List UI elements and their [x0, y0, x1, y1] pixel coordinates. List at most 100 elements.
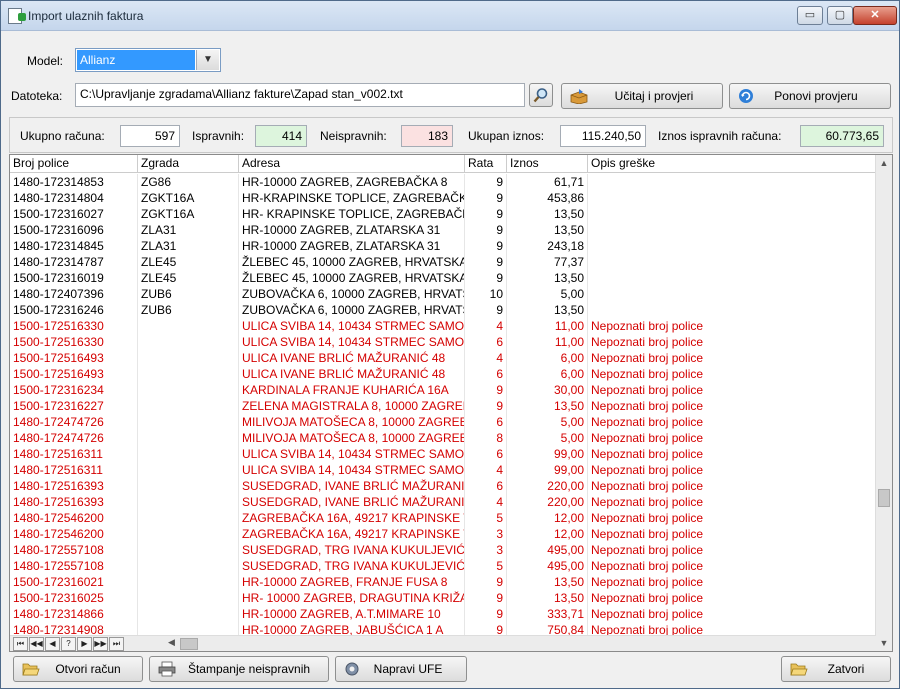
- table-row[interactable]: 1500-172516493 ULICA IVANE BRLIĆ MAŽURANI…: [10, 366, 876, 382]
- table-row[interactable]: 1500-172516330 ULICA SVIBA 14, 10434 STRM…: [10, 318, 876, 334]
- cell-building: [138, 574, 239, 590]
- print-invalid-button[interactable]: Štampanje neispravnih: [149, 656, 329, 682]
- recheck-button[interactable]: Ponovi provjeru: [729, 83, 891, 109]
- nav-next-button[interactable]: ▶: [77, 637, 92, 651]
- minimize-button[interactable]: ▭: [797, 6, 823, 25]
- cell-error: Nepoznati broj police: [588, 478, 876, 494]
- table-row[interactable]: 1500-172316019 ZLE45 ŽLEBEC 45, 10000 ZAGR…: [10, 270, 876, 286]
- table-row[interactable]: 1480-172474726 MILIVOJA MATOŠECA 8, 10000…: [10, 414, 876, 430]
- table-row[interactable]: 1480-172314787 ZLE45 ŽLEBEC 45, 10000 ZAGR…: [10, 254, 876, 270]
- cell-installment: 5: [465, 510, 507, 526]
- table-row[interactable]: 1480-172314908 HR-10000 ZAGREB, JABUŠĆICA…: [10, 622, 876, 636]
- cell-address: ULICA SVIBA 14, 10434 STRMEC SAMOBORSKI: [239, 462, 465, 478]
- cell-error: [588, 222, 876, 238]
- table-row[interactable]: 1480-172516311 ULICA SVIBA 14, 10434 STRM…: [10, 462, 876, 478]
- cell-amount: 13,50: [507, 590, 588, 606]
- cell-amount: 6,00: [507, 350, 588, 366]
- cell-installment: 4: [465, 462, 507, 478]
- nav-last-button[interactable]: ⏭: [109, 637, 124, 651]
- scroll-down-icon[interactable]: ▼: [876, 635, 892, 651]
- nav-prev-page-button[interactable]: ◀◀: [29, 637, 44, 651]
- cell-building: ZLA31: [138, 222, 239, 238]
- cell-installment: 9: [465, 270, 507, 286]
- cell-address: HR-10000 ZAGREB, FRANJE FUSA 8: [239, 574, 465, 590]
- folder-icon: [790, 663, 808, 676]
- column-header-address[interactable]: Adresa: [239, 155, 465, 172]
- cell-installment: 9: [465, 606, 507, 622]
- nav-search-button[interactable]: ?: [61, 637, 76, 651]
- cell-address: MILIVOJA MATOŠECA 8, 10000 ZAGREB: [239, 414, 465, 430]
- cell-amount: 6,00: [507, 366, 588, 382]
- table-row[interactable]: 1500-172316227 ZELENA MAGISTRALA 8, 10000…: [10, 398, 876, 414]
- create-ufe-button[interactable]: Napravi UFE: [335, 656, 467, 682]
- cell-policy: 1480-172546200: [10, 510, 138, 526]
- model-select[interactable]: Allianz ▼: [75, 48, 221, 72]
- table-row[interactable]: 1480-172546200 ZAGREBAČKA 16A, 49217 KRAP…: [10, 526, 876, 542]
- scroll-left-icon[interactable]: ◀: [168, 637, 175, 648]
- maximize-button[interactable]: ▢: [827, 6, 853, 25]
- cell-installment: 9: [465, 206, 507, 222]
- cell-error: Nepoznati broj police: [588, 590, 876, 606]
- table-row[interactable]: 1480-172314866 HR-10000 ZAGREB, A.T.MIMAR…: [10, 606, 876, 622]
- table-row[interactable]: 1480-172546200 ZAGREBAČKA 16A, 49217 KRAP…: [10, 510, 876, 526]
- table-row[interactable]: 1500-172516330 ULICA SVIBA 14, 10434 STRM…: [10, 334, 876, 350]
- table-row[interactable]: 1500-172316025 HR- 10000 ZAGREB, DRAGUTIN…: [10, 590, 876, 606]
- table-row[interactable]: 1480-172516393 SUSEDGRAD, IVANE BRLIĆ MAŽ…: [10, 478, 876, 494]
- column-header-policy[interactable]: Broj police: [10, 155, 138, 172]
- load-and-check-button[interactable]: Učitaj i provjeri: [561, 83, 723, 109]
- table-row[interactable]: 1480-172407396 ZUB6 ZUBOVAČKA 6, 10000 ZAG…: [10, 286, 876, 302]
- cell-amount: 11,00: [507, 318, 588, 334]
- grid-header: Broj police Zgrada Adresa Rata Iznos Opi…: [10, 155, 876, 173]
- cell-address: ULICA SVIBA 14, 10434 STRMEC SAMOBORSKI: [239, 446, 465, 462]
- table-row[interactable]: 1480-172474726 MILIVOJA MATOŠECA 8, 10000…: [10, 430, 876, 446]
- file-path-input[interactable]: C:\Upravljanje zgradama\Allianz fakture\…: [75, 83, 525, 107]
- close-button[interactable]: Zatvori: [781, 656, 891, 682]
- table-row[interactable]: 1500-172516493 ULICA IVANE BRLIĆ MAŽURANI…: [10, 350, 876, 366]
- cell-installment: 9: [465, 382, 507, 398]
- table-row[interactable]: 1480-172314853 ZG86 HR-10000 ZAGREB, ZAGRE…: [10, 174, 876, 190]
- cell-amount: 99,00: [507, 462, 588, 478]
- table-row[interactable]: 1480-172516393 SUSEDGRAD, IVANE BRLIĆ MAŽ…: [10, 494, 876, 510]
- nav-next-page-button[interactable]: ▶▶: [93, 637, 108, 651]
- column-header-installment[interactable]: Rata: [465, 155, 507, 172]
- table-row[interactable]: 1480-172516311 ULICA SVIBA 14, 10434 STRM…: [10, 446, 876, 462]
- table-row[interactable]: 1480-172314845 ZLA31 HR-10000 ZAGREB, ZLAT…: [10, 238, 876, 254]
- column-header-building[interactable]: Zgrada: [138, 155, 239, 172]
- cell-address: HR-10000 ZAGREB, ZLATARSKA 31: [239, 238, 465, 254]
- column-header-amount[interactable]: Iznos: [507, 155, 588, 172]
- cell-installment: 10: [465, 286, 507, 302]
- table-row[interactable]: 1500-172316021 HR-10000 ZAGREB, FRANJE FU…: [10, 574, 876, 590]
- cell-amount: 11,00: [507, 334, 588, 350]
- browse-button[interactable]: [529, 83, 553, 107]
- table-row[interactable]: 1480-172557108 SUSEDGRAD, TRG IVANA KUKUL…: [10, 542, 876, 558]
- chevron-down-icon[interactable]: ▼: [196, 50, 219, 70]
- table-row[interactable]: 1500-172316027 ZGKT16A HR- KRAPINSKE TOPLI…: [10, 206, 876, 222]
- cell-installment: 4: [465, 494, 507, 510]
- open-invoice-button[interactable]: Otvori račun: [13, 656, 143, 682]
- scroll-up-icon[interactable]: ▲: [876, 155, 892, 171]
- invoice-grid[interactable]: Broj police Zgrada Adresa Rata Iznos Opi…: [9, 154, 893, 652]
- close-window-button[interactable]: ✕: [853, 6, 897, 25]
- cell-amount: 12,00: [507, 526, 588, 542]
- table-row[interactable]: 1500-172316096 ZLA31 HR-10000 ZAGREB, ZLAT…: [10, 222, 876, 238]
- table-row[interactable]: 1500-172316234 KARDINALA FRANJE KUHARIĆA …: [10, 382, 876, 398]
- table-row[interactable]: 1480-172314804 ZGKT16A HR-KRAPINSKE TOPLIC…: [10, 190, 876, 206]
- cell-policy: 1480-172314908: [10, 622, 138, 636]
- horizontal-scroll-thumb[interactable]: [180, 638, 198, 650]
- cell-policy: 1480-172474726: [10, 430, 138, 446]
- cell-installment: 9: [465, 254, 507, 270]
- nav-prev-button[interactable]: ◀: [45, 637, 60, 651]
- nav-first-button[interactable]: ⏮: [13, 637, 28, 651]
- cell-building: [138, 382, 239, 398]
- table-row[interactable]: 1500-172316246 ZUB6 ZUBOVAČKA 6, 10000 ZAG…: [10, 302, 876, 318]
- cell-amount: 5,00: [507, 430, 588, 446]
- column-header-error[interactable]: Opis greške: [588, 155, 876, 172]
- cell-error: [588, 190, 876, 206]
- vertical-scrollbar[interactable]: ▲ ▼: [875, 155, 892, 651]
- table-row[interactable]: 1480-172557108 SUSEDGRAD, TRG IVANA KUKUL…: [10, 558, 876, 574]
- cell-policy: 1480-172314787: [10, 254, 138, 270]
- cell-error: [588, 174, 876, 190]
- model-select-value: Allianz: [77, 50, 195, 70]
- scroll-thumb[interactable]: [878, 489, 890, 507]
- cell-address: HR-10000 ZAGREB, JABUŠĆICA 1 A: [239, 622, 465, 636]
